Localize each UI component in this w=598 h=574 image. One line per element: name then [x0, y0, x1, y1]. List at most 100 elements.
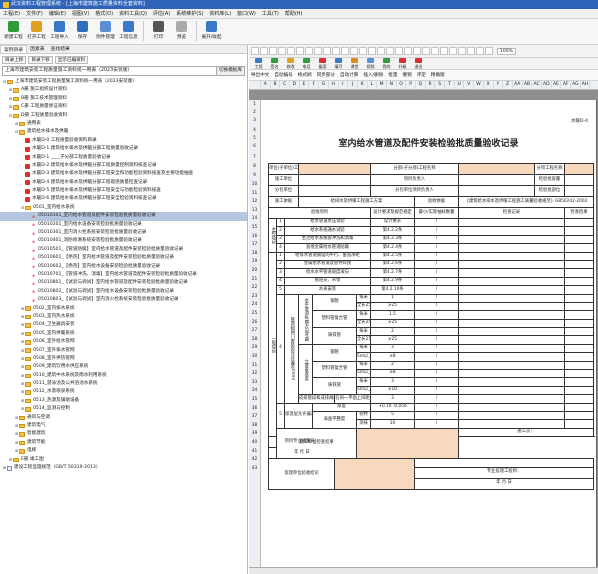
tree-node[interactable]: 水暖D-0 工程质量验收资料目录 — [0, 137, 247, 145]
toolbar-button-open-project[interactable]: 打开工程 — [25, 21, 48, 43]
tree-node[interactable]: ⊞ 0511_游泳池及公共浴池水系统 — [0, 380, 247, 388]
action-button[interactable]: 修改 — [283, 57, 298, 70]
tree-node[interactable]: ⊞ A册 施工组织设计资料 — [0, 86, 247, 94]
action-button[interactable]: 电话 — [299, 57, 314, 70]
tree-node[interactable]: 水暖D-3 建筑给水排水及供暖分部工程安全和功能检验资料核查及主要功能抽查 — [0, 170, 247, 178]
action-button[interactable]: 备案 — [315, 57, 330, 70]
toolbar-button-info[interactable]: 工程信息 — [117, 21, 140, 43]
toolbar-button-preview[interactable]: 预览 — [170, 21, 193, 43]
format-tool-icon[interactable] — [386, 47, 394, 55]
toolbar-button-print[interactable]: 打印 — [147, 21, 170, 43]
menu-item[interactable]: 评估(A) — [150, 10, 173, 17]
format-tool-icon[interactable] — [314, 47, 322, 55]
menu-item[interactable]: 窗口(W) — [234, 10, 259, 17]
format-tool-icon[interactable] — [251, 47, 259, 55]
tree-node[interactable]: ⊕ 05010501_【管道防腐】室内给水管道及配件安装检验批质量验收记录 — [0, 246, 247, 254]
switch-template-button[interactable]: 切换模板库 — [216, 67, 244, 75]
tree-node[interactable]: 水暖D-4 建筑给水排水及供暖分部工程观感质量检查记录 — [0, 179, 247, 187]
tree-node[interactable]: ⊞ 0504_卫生器具安装 — [0, 321, 247, 329]
action-button[interactable]: 视频 — [363, 57, 378, 70]
tree-node[interactable]: ⊞ 0513_热源及辅助设备 — [0, 397, 247, 405]
tree-node[interactable]: ⊞ 通用表 — [0, 120, 247, 128]
action-button[interactable]: 工程 — [251, 57, 266, 70]
format-tool-icon[interactable] — [404, 47, 412, 55]
tab-factor[interactable]: 因素表 — [27, 45, 47, 53]
format-tool-icon[interactable] — [440, 47, 448, 55]
tree-node[interactable]: 水暖D-5 建筑给水排水及供暖分部工程安全与功能检验资料核查 — [0, 187, 247, 195]
menu-item[interactable]: 工程(E) — [0, 10, 23, 17]
format-tool-icon[interactable] — [341, 47, 349, 55]
tree-node[interactable]: ⊕ 05010601_【绝热】室内给水管道及配件安装检验批质量验收记录 — [0, 254, 247, 262]
edit-tool-button[interactable]: 格式刷 — [298, 72, 312, 78]
format-tool-icon[interactable] — [368, 47, 376, 55]
zoom-select[interactable]: 100% — [497, 47, 516, 55]
tree-node[interactable]: ⊞ B册 施工技术管理资料 — [0, 95, 247, 103]
menu-item[interactable]: 格式(O) — [92, 10, 116, 17]
show-edited-checkbox[interactable]: 显示已编资料 — [54, 55, 89, 64]
tree-node[interactable]: ⊞ 0503_室内热水系统 — [0, 313, 247, 321]
tree-node[interactable]: 水暖D-1 ____子分部工程质量验收记录 — [0, 154, 247, 162]
tree-node[interactable]: 水暖D-6 建筑给水排水及供暖分部工程安全检验资料核查记录 — [0, 195, 247, 203]
tree-node[interactable]: ⊞ 0507_室外排水管网 — [0, 347, 247, 355]
format-tool-icon[interactable] — [278, 47, 286, 55]
format-tool-icon[interactable] — [467, 47, 475, 55]
menu-item[interactable]: 视图(V) — [69, 10, 92, 17]
horizontal-scrollbar[interactable] — [249, 567, 598, 574]
tree-node[interactable]: ⊞ 0509_建筑饮用水供应系统 — [0, 363, 247, 371]
edit-tool-button[interactable]: 同步部分 — [317, 72, 335, 78]
tree-node[interactable]: ⊕ 05010701_【管道冲洗、消毒】室内给水管道及配件安装检验批质量验收记录 — [0, 271, 247, 279]
tab-search-result[interactable]: 查找结果 — [48, 45, 73, 53]
edit-tool-button[interactable]: 导出中文 — [251, 72, 269, 78]
menu-item[interactable]: 文件(F) — [23, 10, 46, 17]
format-tool-icon[interactable] — [305, 47, 313, 55]
tree-node[interactable]: 水暖D-1 建筑给水排水及供暖分部工程质量验收记录 — [0, 145, 247, 153]
tree-node[interactable]: ⊞ 通风与空调 — [0, 414, 247, 422]
tree-node[interactable]: ⊕ 05010803_【试验与调试】室内消火栓系统安装检验批质量验收记录 — [0, 296, 247, 304]
menu-item[interactable]: 资料工具(Q) — [116, 10, 150, 17]
menu-item[interactable]: 系统维护(S) — [173, 10, 206, 17]
format-tool-icon[interactable] — [296, 47, 304, 55]
format-tool-icon[interactable] — [269, 47, 277, 55]
edit-tool-button[interactable]: 插入/删除 — [363, 72, 383, 78]
template-select[interactable]: 上海市建筑安装工程质量施工资料统一用表（2023安装版） 切换模板库 — [2, 66, 245, 76]
format-tool-icon[interactable] — [413, 47, 421, 55]
tree-node[interactable]: ⊞ C册 工程质量保证资料 — [0, 103, 247, 111]
menu-item[interactable]: 编辑(E) — [46, 10, 69, 17]
format-tool-icon[interactable] — [377, 47, 385, 55]
tree-node[interactable]: ⊞ 建筑电气 — [0, 422, 247, 430]
format-tool-icon[interactable] — [395, 47, 403, 55]
menu-item[interactable]: 帮助(H) — [282, 10, 306, 17]
format-tool-icon[interactable] — [287, 47, 295, 55]
toolbar-button-attachment[interactable]: 附件管理 — [94, 21, 117, 43]
format-tool-icon[interactable] — [323, 47, 331, 55]
action-button[interactable]: 退出 — [411, 57, 426, 70]
tree-node[interactable]: ⊟ D册 工程质量验收资料 — [0, 112, 247, 120]
tree-node[interactable]: ⊞ 智能建筑 — [0, 430, 247, 438]
tree-node[interactable]: ⊞ 0506_室外给水管网 — [0, 338, 247, 346]
format-tool-icon[interactable] — [485, 47, 493, 55]
format-tool-icon[interactable] — [332, 47, 340, 55]
tree-node[interactable]: ⊞ 0508_室外供热管网 — [0, 355, 247, 363]
format-tool-icon[interactable] — [449, 47, 457, 55]
tree-node[interactable]: 水暖D-2 建筑给水排水及供暖分部工程质量控制资料核查记录 — [0, 162, 247, 170]
tree-node[interactable]: ⊞ E册 竣工图 — [0, 456, 247, 464]
tree-node[interactable]: ⊞ 0512_水景喷泉系统 — [0, 388, 247, 396]
tree-node[interactable]: ⊟ 建筑给水排水及供暖 — [0, 128, 247, 136]
format-tool-icon[interactable] — [350, 47, 358, 55]
format-tool-icon[interactable] — [431, 47, 439, 55]
tree-node[interactable]: ⊕ 05010401_消防喷淋系统安装检验批质量验收记录 — [0, 237, 247, 245]
tree-node[interactable]: ⊞ 0514_监测与控制 — [0, 405, 247, 413]
format-tool-icon[interactable] — [359, 47, 367, 55]
menu-item[interactable]: 工具(T) — [259, 10, 282, 17]
action-button[interactable]: 我的 — [379, 57, 394, 70]
format-tool-icon[interactable] — [458, 47, 466, 55]
toolbar-button-expand[interactable]: 展开/收起 — [200, 21, 223, 43]
tree-node[interactable]: ⊕ 05010602_【绝热】室内给水设备安装检验批质量验收记录 — [0, 263, 247, 271]
format-tool-icon[interactable] — [476, 47, 484, 55]
move-up-button[interactable]: 目录上移 — [2, 55, 27, 64]
action-button[interactable]: 填写 — [331, 57, 346, 70]
tree-node[interactable]: ⊕ 05010201_室内给水设备安装检验批质量验收记录 — [0, 221, 247, 229]
format-tool-icon[interactable] — [260, 47, 268, 55]
edit-tool-button[interactable]: 撤销 — [403, 72, 412, 78]
tab-case-dir[interactable]: 案例目录 — [0, 45, 28, 53]
